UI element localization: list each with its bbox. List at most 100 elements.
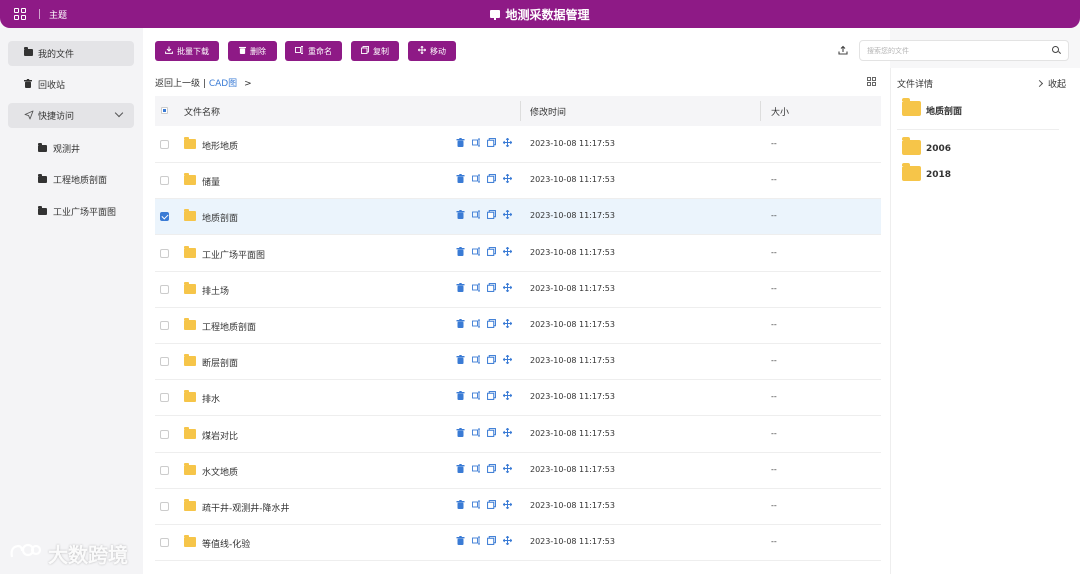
rename-icon[interactable]	[471, 247, 482, 258]
back-link[interactable]: 返回上一级	[155, 79, 200, 89]
rename-icon[interactable]	[471, 174, 482, 185]
trash-icon[interactable]	[455, 138, 466, 149]
search-input[interactable]: 搜索您的文件	[859, 40, 1069, 61]
file-name[interactable]: 等值线-化验	[202, 537, 250, 550]
rename-icon[interactable]	[471, 391, 482, 402]
sidebar-item-quick-access[interactable]: 快捷访问	[8, 103, 134, 128]
move-icon[interactable]	[502, 318, 513, 330]
file-name[interactable]: 储量	[202, 175, 220, 188]
batch-download-button[interactable]: 批量下载	[155, 41, 219, 61]
file-name[interactable]: 工业广场平面图	[202, 248, 265, 261]
rename-icon[interactable]	[471, 210, 482, 221]
row-checkbox[interactable]	[160, 284, 169, 294]
row-checkbox[interactable]	[160, 393, 169, 403]
move-icon[interactable]	[502, 282, 513, 294]
move-icon[interactable]	[502, 354, 513, 366]
trash-icon[interactable]	[455, 246, 466, 258]
trash-icon[interactable]	[455, 319, 466, 330]
trash-icon[interactable]	[455, 210, 466, 221]
subfolder-name[interactable]: 2006	[926, 144, 951, 154]
copy-icon[interactable]	[486, 500, 497, 511]
breadcrumb-current[interactable]: CAD图	[209, 79, 237, 89]
delete-button[interactable]: 删除	[228, 41, 277, 61]
rename-button[interactable]: 重命名	[285, 41, 342, 61]
table-row[interactable]: 等值线-化验 2023-10-08 11:17:53 --	[155, 525, 881, 562]
copy-icon[interactable]	[486, 319, 497, 330]
table-row[interactable]: 储量 2023-10-08 11:17:53 --	[155, 163, 881, 200]
file-name[interactable]: 断层剖面	[202, 356, 238, 369]
rename-icon[interactable]	[471, 500, 482, 511]
move-icon[interactable]	[502, 173, 513, 185]
copy-icon[interactable]	[486, 210, 497, 221]
copy-icon[interactable]	[486, 391, 497, 402]
table-row[interactable]: 水文地质 2023-10-08 11:17:53 --	[155, 453, 881, 489]
copy-icon[interactable]	[486, 427, 497, 439]
copy-icon[interactable]	[486, 282, 497, 294]
file-name[interactable]: 排水	[202, 392, 220, 405]
file-name[interactable]: 煤岩对比	[202, 429, 238, 442]
file-name[interactable]: 排土场	[202, 284, 229, 297]
row-checkbox[interactable]	[160, 538, 169, 548]
row-checkbox[interactable]	[160, 502, 169, 511]
table-row[interactable]: 地形地质 2023-10-08 11:17:53 --	[155, 127, 881, 163]
move-icon[interactable]	[502, 535, 513, 547]
copy-icon[interactable]	[486, 174, 497, 185]
select-all-checkbox[interactable]	[161, 107, 168, 114]
table-row[interactable]: 疏干井-观测井-降水井 2023-10-08 11:17:53 --	[155, 489, 881, 525]
rename-icon[interactable]	[471, 283, 482, 294]
sidebar-item-recycle-bin[interactable]: 回收站	[8, 72, 134, 97]
rename-icon[interactable]	[471, 355, 482, 366]
collapse-button[interactable]: 收起	[1035, 77, 1066, 90]
table-row[interactable]: 地质剖面 2023-10-08 11:17:53 --	[155, 199, 881, 236]
table-row[interactable]: 工业广场平面图 2023-10-08 11:17:53 --	[155, 236, 881, 272]
file-name[interactable]: 地质剖面	[202, 211, 238, 224]
row-checkbox[interactable]	[160, 465, 169, 475]
file-name[interactable]: 地形地质	[202, 139, 238, 152]
move-icon[interactable]	[502, 391, 513, 402]
rename-icon[interactable]	[471, 464, 482, 475]
rename-icon[interactable]	[471, 138, 482, 149]
copy-icon[interactable]	[486, 536, 497, 547]
copy-icon[interactable]	[486, 355, 497, 366]
trash-icon[interactable]	[455, 427, 466, 439]
table-row[interactable]: 排土场 2023-10-08 11:17:53 --	[155, 272, 881, 308]
copy-button[interactable]: 复制	[351, 41, 399, 61]
row-checkbox[interactable]	[160, 321, 169, 330]
move-button[interactable]: 移动	[408, 41, 456, 61]
column-header-size[interactable]: 大小	[771, 105, 789, 118]
move-icon[interactable]	[502, 137, 513, 149]
row-checkbox[interactable]	[160, 212, 169, 222]
move-icon[interactable]	[502, 463, 513, 475]
copy-icon[interactable]	[486, 246, 497, 258]
column-header-time[interactable]: 修改时间	[530, 105, 566, 118]
move-icon[interactable]	[502, 427, 513, 439]
search-icon[interactable]	[1052, 46, 1059, 53]
file-name[interactable]: 工程地质剖面	[202, 320, 256, 333]
sidebar-subitem-observation-well[interactable]: 观测井	[38, 138, 80, 158]
rename-icon[interactable]	[471, 536, 482, 547]
move-icon[interactable]	[502, 210, 513, 221]
table-row[interactable]: 排水 2023-10-08 11:17:53 --	[155, 380, 881, 417]
grid-view-icon[interactable]	[867, 77, 876, 86]
row-checkbox[interactable]	[160, 248, 169, 258]
row-checkbox[interactable]	[160, 140, 169, 149]
file-name[interactable]: 水文地质	[202, 465, 238, 478]
trash-icon[interactable]	[455, 174, 466, 185]
folder-icon[interactable]	[902, 163, 921, 181]
row-checkbox[interactable]	[160, 176, 169, 186]
rename-icon[interactable]	[471, 428, 482, 439]
row-checkbox[interactable]	[160, 357, 169, 367]
trash-icon[interactable]	[455, 500, 466, 511]
table-row[interactable]: 煤岩对比 2023-10-08 11:17:53 --	[155, 417, 881, 453]
trash-icon[interactable]	[455, 463, 466, 475]
rename-icon[interactable]	[471, 319, 482, 330]
trash-icon[interactable]	[455, 282, 466, 294]
trash-icon[interactable]	[455, 355, 466, 366]
table-row[interactable]: 工程地质剖面 2023-10-08 11:17:53 --	[155, 308, 881, 344]
row-checkbox[interactable]	[160, 429, 169, 439]
copy-icon[interactable]	[486, 463, 497, 475]
upload-icon[interactable]	[838, 45, 848, 55]
move-icon[interactable]	[502, 246, 513, 258]
subfolder-name[interactable]: 2018	[926, 170, 951, 180]
folder-icon[interactable]	[902, 137, 921, 155]
